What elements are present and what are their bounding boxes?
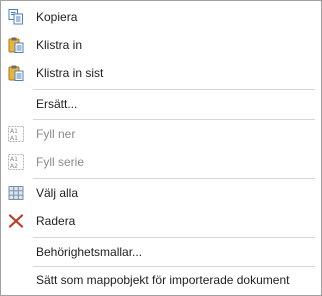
menu-item-label: Klistra in (36, 38, 83, 52)
menu-item-label: Välj alla (36, 186, 79, 200)
menu-item-replace[interactable]: Ersätt... (2, 91, 320, 117)
copy-icon (8, 9, 23, 25)
menu-item-delete[interactable]: Radera (2, 208, 320, 234)
menu-item-label: Behörighetsmallar... (36, 245, 143, 259)
menu-item-paste[interactable]: Klistra in (2, 32, 320, 58)
context-menu: Kopiera Klistra in Klistra in sist Ersät… (0, 0, 322, 296)
menu-item-label: Ersätt... (36, 97, 78, 111)
fill-series-icon: A1 A2 (8, 154, 24, 170)
menu-item-label: Sätt som mappobjekt för importerade doku… (36, 273, 290, 287)
delete-icon (8, 214, 24, 228)
paste-last-icon (8, 65, 24, 81)
menu-separator (33, 237, 315, 238)
svg-text:A2: A2 (10, 163, 18, 170)
svg-text:A1: A1 (10, 135, 18, 142)
svg-text:A1: A1 (10, 156, 18, 163)
select-all-icon (8, 186, 24, 200)
menu-item-label: Fyll ner (36, 127, 76, 141)
menu-item-select-all[interactable]: Välj alla (2, 180, 320, 206)
menu-item-copy[interactable]: Kopiera (2, 4, 320, 30)
paste-icon (8, 37, 24, 53)
menu-item-fill-down: A1 A1 Fyll ner (2, 121, 320, 147)
menu-item-label: Radera (36, 214, 76, 228)
menu-item-label: Klistra in sist (36, 66, 104, 80)
menu-item-permission-templates[interactable]: Behörighetsmallar... (2, 239, 320, 265)
menu-separator (33, 89, 315, 90)
menu-item-paste-last[interactable]: Klistra in sist (2, 60, 320, 86)
fill-down-icon: A1 A1 (8, 126, 24, 142)
menu-item-label: Kopiera (36, 10, 78, 24)
menu-item-fill-series: A1 A2 Fyll serie (2, 149, 320, 175)
menu-item-set-folder-object[interactable]: Sätt som mappobjekt för importerade doku… (2, 267, 320, 293)
svg-text:A1: A1 (10, 128, 18, 135)
menu-separator (33, 178, 315, 179)
menu-item-label: Fyll serie (36, 155, 85, 169)
menu-separator (33, 119, 315, 120)
